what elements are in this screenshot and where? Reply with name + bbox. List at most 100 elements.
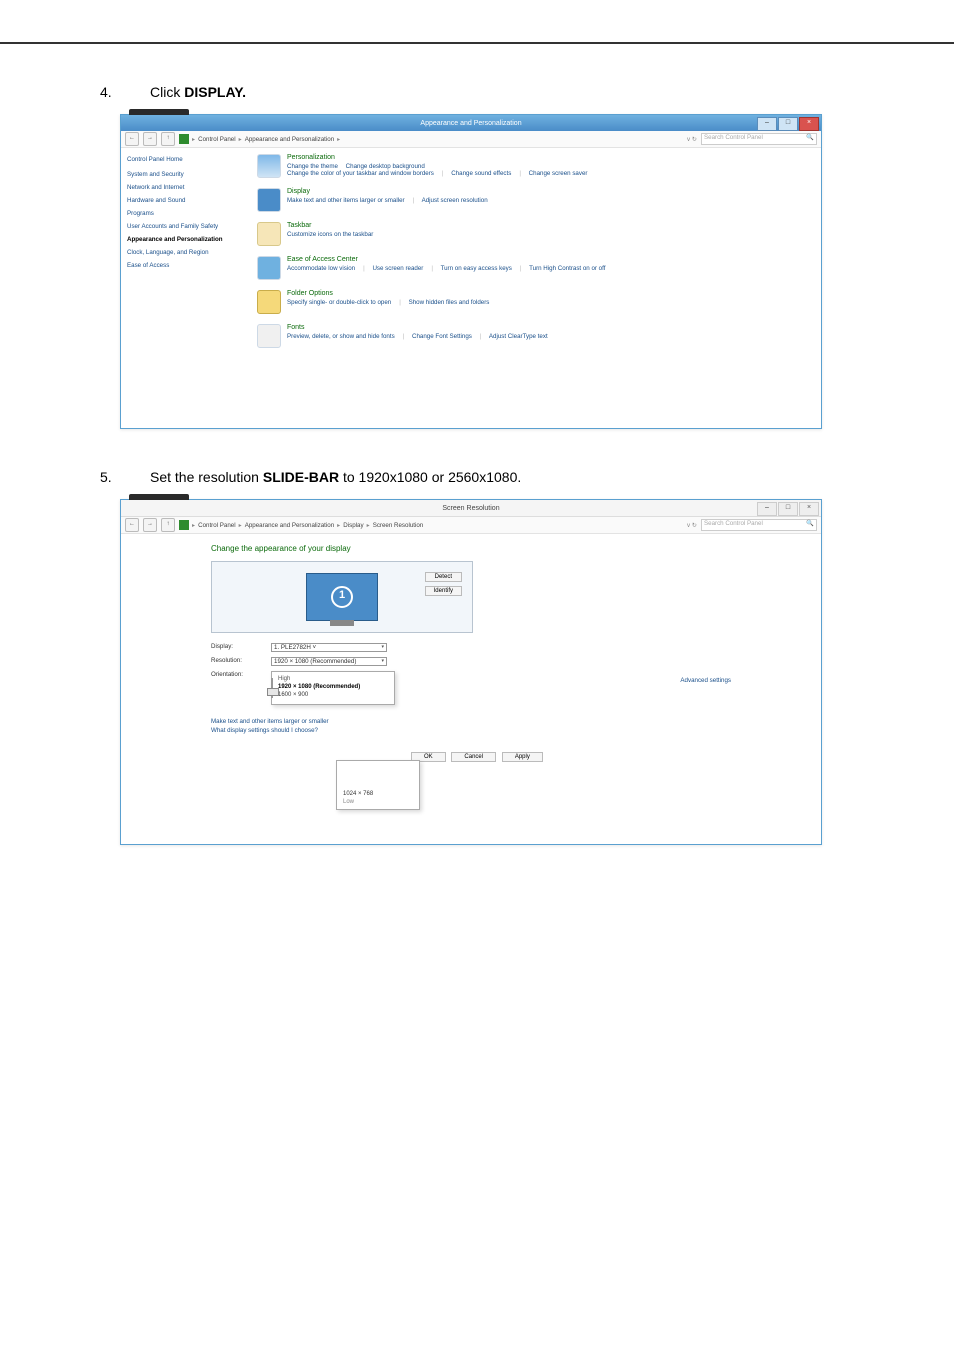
step-text: Click xyxy=(150,84,180,100)
resolution-option[interactable]: 1024 × 768 xyxy=(343,791,413,797)
step-text: Set the resolution xyxy=(150,469,259,485)
breadcrumb-item[interactable]: Control Panel xyxy=(198,522,236,529)
sidebar-item[interactable]: Ease of Access xyxy=(127,262,243,270)
category-link[interactable]: Change desktop background xyxy=(346,163,425,170)
fonts-icon xyxy=(257,324,281,348)
step-keyword: DISPLAY. xyxy=(184,84,246,100)
sidebar-item[interactable]: User Accounts and Family Safety xyxy=(127,223,243,231)
window-titlebar: Screen Resolution – □ × xyxy=(121,500,821,517)
close-button[interactable]: × xyxy=(799,117,819,131)
resolution-high-label: High xyxy=(278,676,388,682)
refresh-label: v ↻ xyxy=(687,136,697,143)
resolution-low-label: Low xyxy=(343,799,413,805)
sidebar-item[interactable]: System and Security xyxy=(127,171,243,179)
category-link[interactable]: Change sound effects xyxy=(451,170,511,177)
monitor-number: 1 xyxy=(331,586,353,608)
window-title: Screen Resolution xyxy=(442,505,499,512)
up-button[interactable]: ↑ xyxy=(161,518,175,532)
breadcrumb-item[interactable]: Screen Resolution xyxy=(373,522,424,529)
window-titlebar: Appearance and Personalization – □ × xyxy=(121,115,821,131)
sidebar-item-active[interactable]: Appearance and Personalization xyxy=(127,236,243,244)
window-tab-stub xyxy=(129,109,189,115)
display-select[interactable]: 1. PLE2782H ˅▾ xyxy=(271,643,387,652)
address-bar: ← → ↑ ▸ Control Panel ▸ Appearance and P… xyxy=(121,131,821,148)
category-link[interactable]: Accommodate low vision xyxy=(287,265,355,272)
category-link[interactable]: Turn on easy access keys xyxy=(441,265,512,272)
forward-button[interactable]: → xyxy=(143,518,157,532)
sidebar-item[interactable]: Clock, Language, and Region xyxy=(127,249,243,257)
close-button[interactable]: × xyxy=(799,502,819,516)
detect-button[interactable]: Detect xyxy=(425,572,462,582)
sidebar-home[interactable]: Control Panel Home xyxy=(127,156,243,163)
category-heading[interactable]: Fonts xyxy=(287,324,813,331)
category-heading[interactable]: Taskbar xyxy=(287,222,813,229)
resolution-popup[interactable]: High 1920 × 1080 (Recommended) 1600 × 90… xyxy=(271,671,395,705)
category-link[interactable]: Specify single- or double-click to open xyxy=(287,299,391,306)
up-button[interactable]: ↑ xyxy=(161,132,175,146)
breadcrumb[interactable]: ▸ Control Panel ▸ Appearance and Persona… xyxy=(179,134,683,144)
breadcrumb-item[interactable]: Control Panel xyxy=(198,136,236,143)
cancel-button[interactable]: Cancel xyxy=(451,752,496,762)
category-link[interactable]: Change Font Settings xyxy=(412,333,472,340)
chevron-down-icon: ▾ xyxy=(381,644,384,650)
content-area: Change the appearance of your display 1 … xyxy=(121,534,821,844)
slider-thumb[interactable] xyxy=(267,688,279,696)
step-keyword: SLIDE-BAR xyxy=(263,469,339,485)
resolution-recommended[interactable]: 1920 × 1080 (Recommended) xyxy=(278,684,388,690)
category-heading[interactable]: Personalization xyxy=(287,154,813,161)
resolution-option[interactable]: 1600 × 900 xyxy=(278,692,388,698)
category-link[interactable]: Preview, delete, or show and hide fonts xyxy=(287,333,395,340)
category-link[interactable]: Change screen saver xyxy=(529,170,588,177)
breadcrumb-item[interactable]: Appearance and Personalization xyxy=(245,136,334,143)
maximize-button[interactable]: □ xyxy=(778,502,798,516)
extra-link[interactable]: Make text and other items larger or smal… xyxy=(211,718,731,725)
sidebar-item[interactable]: Hardware and Sound xyxy=(127,197,243,205)
window-title: Appearance and Personalization xyxy=(420,120,521,127)
resolution-select[interactable]: 1920 × 1080 (Recommended)▾ xyxy=(271,657,387,666)
category-link[interactable]: Make text and other items larger or smal… xyxy=(287,197,405,204)
minimize-button[interactable]: – xyxy=(757,117,777,131)
breadcrumb[interactable]: ▸ Control Panel ▸ Appearance and Persona… xyxy=(179,520,683,530)
category-link[interactable]: Adjust ClearType text xyxy=(489,333,548,340)
category-link[interactable]: Change the theme xyxy=(287,163,338,170)
extra-link[interactable]: What display settings should I choose? xyxy=(211,727,731,734)
category-link[interactable]: Use screen reader xyxy=(372,265,423,272)
folder-options-icon xyxy=(257,290,281,314)
monitor-icon[interactable]: 1 xyxy=(306,573,378,621)
apply-button[interactable]: Apply xyxy=(502,752,543,762)
sidebar-item[interactable]: Programs xyxy=(127,210,243,218)
breadcrumb-item[interactable]: Appearance and Personalization xyxy=(245,522,334,529)
display-icon xyxy=(257,188,281,212)
search-input[interactable]: Search Control Panel 🔍 xyxy=(701,133,817,145)
search-input[interactable]: Search Control Panel 🔍 xyxy=(701,519,817,531)
minimize-button[interactable]: – xyxy=(757,502,777,516)
category-heading[interactable]: Ease of Access Center xyxy=(287,256,813,263)
personalization-icon xyxy=(257,154,281,178)
sidebar-item[interactable]: Network and Internet xyxy=(127,184,243,192)
screenshot-screen-resolution: Screen Resolution – □ × ← → ↑ ▸ Control … xyxy=(120,499,822,845)
category-heading[interactable]: Folder Options xyxy=(287,290,813,297)
category-link[interactable]: Turn High Contrast on or off xyxy=(529,265,605,272)
forward-button[interactable]: → xyxy=(143,132,157,146)
address-bar: ← → ↑ ▸ Control Panel ▸ Appearance and P… xyxy=(121,517,821,534)
category-link[interactable]: Adjust screen resolution xyxy=(422,197,488,204)
sidebar: Control Panel Home System and Security N… xyxy=(121,148,249,428)
orientation-label: Orientation: xyxy=(211,671,271,678)
step-number: 5. xyxy=(100,469,112,485)
back-button[interactable]: ← xyxy=(125,132,139,146)
category-link[interactable]: Show hidden files and folders xyxy=(409,299,490,306)
display-label: Display: xyxy=(211,643,271,650)
category-link[interactable]: Change the color of your taskbar and win… xyxy=(287,170,434,177)
search-placeholder: Search Control Panel xyxy=(704,134,763,141)
step-number: 4. xyxy=(100,84,112,100)
search-placeholder: Search Control Panel xyxy=(704,520,763,527)
search-icon: 🔍 xyxy=(806,133,814,141)
category-heading[interactable]: Display xyxy=(287,188,813,195)
resolution-popup-lower[interactable]: 1024 × 768 Low xyxy=(336,760,420,810)
identify-button[interactable]: Identify xyxy=(425,586,462,596)
maximize-button[interactable]: □ xyxy=(778,117,798,131)
search-icon: 🔍 xyxy=(806,519,814,527)
back-button[interactable]: ← xyxy=(125,518,139,532)
breadcrumb-item[interactable]: Display xyxy=(343,522,363,529)
category-link[interactable]: Customize icons on the taskbar xyxy=(287,231,373,238)
